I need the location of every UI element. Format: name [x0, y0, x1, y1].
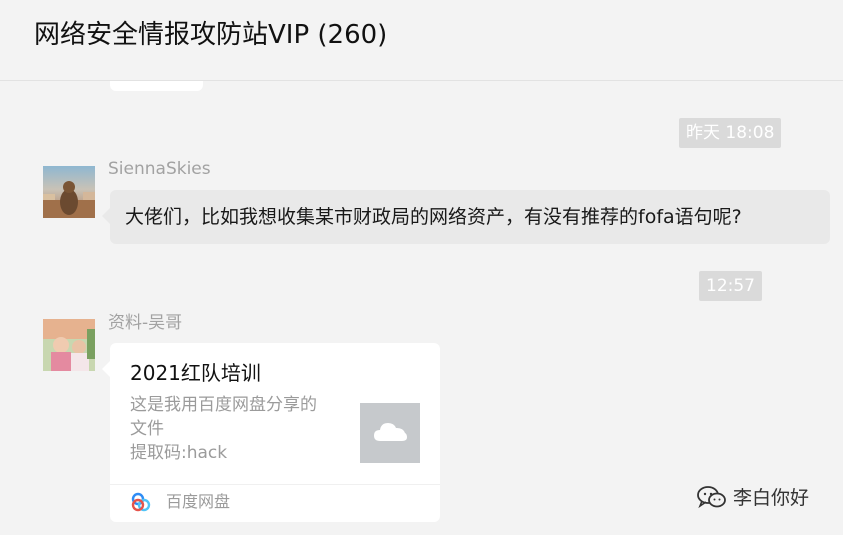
- previous-message-bubble[interactable]: [110, 81, 203, 91]
- cloud-icon: [374, 423, 407, 441]
- chat-title: 网络安全情报攻防站VIP (260): [34, 20, 388, 50]
- bubble-tail: [102, 361, 110, 377]
- bubble-tail: [102, 208, 110, 224]
- card-description: 这是我用百度网盘分享的 文件 提取码:hack: [130, 393, 340, 465]
- card-source-label: 百度网盘: [166, 492, 231, 511]
- shared-file-card[interactable]: 2021红队培训 这是我用百度网盘分享的 文件 提取码:hack 百度网盘: [102, 343, 440, 522]
- card-title: 2021红队培训: [130, 361, 261, 385]
- card-description-line: 这是我用百度网盘分享的: [130, 395, 317, 415]
- wechat-icon: [697, 486, 726, 509]
- avatar[interactable]: [43, 166, 95, 218]
- chat-header: 网络安全情报攻防站VIP (260): [0, 0, 843, 81]
- message-text: 大佬们，比如我想收集某市财政局的网络资产，有没有推荐的fofa语句呢?: [125, 206, 742, 228]
- sender-name: 资料-吴哥: [108, 313, 183, 333]
- card-thumbnail: [360, 403, 420, 463]
- card-description-line: 文件: [130, 419, 164, 439]
- watermark-text: 李白你好: [733, 487, 810, 509]
- sender-name: SiennaSkies: [108, 159, 211, 179]
- avatar[interactable]: [43, 319, 95, 371]
- timestamp-chip: 12:57: [699, 271, 762, 301]
- card-divider: [110, 484, 440, 485]
- message-bubble[interactable]: 大佬们，比如我想收集某市财政局的网络资产，有没有推荐的fofa语句呢?: [102, 190, 830, 244]
- card-description-line: 提取码:hack: [130, 443, 228, 463]
- timestamp-chip: 昨天 18:08: [679, 118, 782, 148]
- baidu-netdisk-icon: [131, 492, 151, 512]
